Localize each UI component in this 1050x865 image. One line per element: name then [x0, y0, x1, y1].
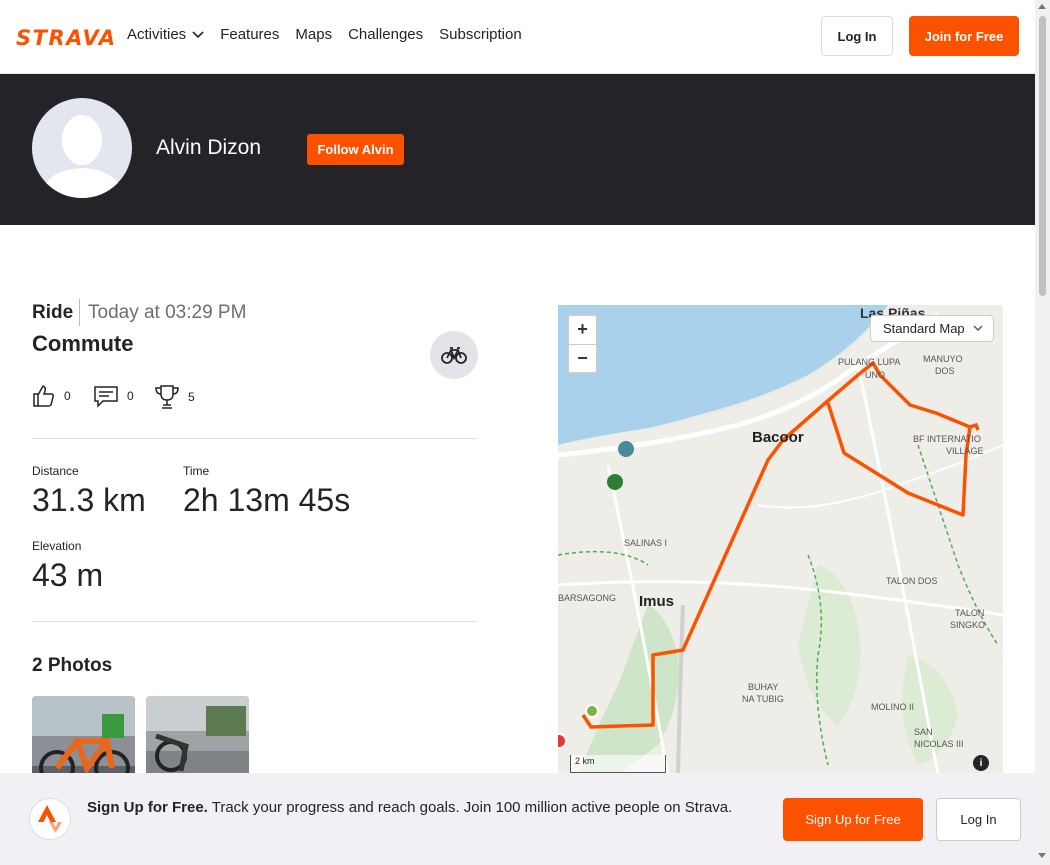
map-zoom-control: + − [567, 314, 598, 374]
activity-map[interactable]: Las Piñas PULANG LUPA UNO MANUYO DOS Bac… [558, 305, 1003, 775]
nav-item-challenges[interactable]: Challenges [348, 26, 423, 43]
nav-item-subscription[interactable]: Subscription [439, 26, 522, 43]
banner-text: Sign Up for Free. Track your progress an… [87, 797, 767, 819]
page-scrollbar[interactable] [1035, 0, 1050, 865]
svg-text:SAN: SAN [914, 727, 933, 737]
svg-text:VILLAGE: VILLAGE [946, 446, 984, 456]
svg-text:BARSAGONG: BARSAGONG [558, 593, 616, 603]
zoom-in-button[interactable]: + [569, 316, 596, 345]
time-label: Time [183, 464, 210, 478]
svg-text:BF INTERNATIO: BF INTERNATIO [913, 434, 981, 444]
chevron-down-icon [973, 325, 983, 331]
zoom-out-button[interactable]: − [569, 345, 596, 373]
map-scale: 2 km [570, 755, 666, 773]
activity-time: Today at 03:29 PM [88, 302, 247, 323]
stats-divider-top [32, 438, 478, 439]
activity-title: Commute [32, 331, 134, 356]
map-style-value: Standard Map [883, 321, 965, 336]
time-value: 2h 13m 45s [183, 482, 351, 518]
follow-button[interactable]: Follow Alvin [307, 134, 404, 165]
avatar[interactable] [32, 98, 132, 198]
strava-logo[interactable]: STRAVA [16, 26, 117, 50]
activity-separator [79, 299, 80, 326]
svg-text:DOS: DOS [935, 366, 955, 376]
athlete-header: Alvin Dizon Follow Alvin [0, 74, 1035, 225]
svg-text:NA TUBIG: NA TUBIG [742, 694, 784, 704]
top-nav: STRAVA Activities Features Maps Challeng… [0, 0, 1035, 74]
distance-label: Distance [32, 464, 79, 478]
route-map: Las Piñas PULANG LUPA UNO MANUYO DOS Bac… [558, 305, 1003, 775]
login-button[interactable]: Log In [821, 16, 893, 56]
scroll-thumb[interactable] [1039, 16, 1046, 296]
sport-badge [430, 331, 478, 379]
achievements-button[interactable]: 5 [154, 384, 195, 410]
svg-text:NICOLAS III: NICOLAS III [914, 739, 964, 749]
distance-value: 31.3 km [32, 482, 146, 518]
trophy-icon [155, 385, 179, 409]
kudos-button[interactable]: 0 [32, 384, 71, 408]
achievements-count: 5 [188, 390, 195, 404]
svg-text:MANUYO: MANUYO [923, 354, 963, 364]
svg-text:UNO: UNO [865, 370, 885, 380]
svg-text:Bacoor: Bacoor [752, 429, 804, 446]
nav-item-features[interactable]: Features [220, 26, 279, 43]
nav-item-maps[interactable]: Maps [295, 26, 332, 43]
nav-item-activities[interactable]: Activities [127, 26, 204, 43]
bike-icon [441, 347, 467, 364]
elevation-label: Elevation [32, 539, 82, 553]
map-style-select[interactable]: Standard Map [870, 315, 994, 342]
svg-text:TALON DOS: TALON DOS [886, 576, 937, 586]
strava-app-icon [29, 798, 71, 840]
svg-text:SINGKO: SINGKO [950, 620, 985, 630]
comment-icon [94, 386, 118, 408]
banner-headline: Sign Up for Free. [87, 799, 208, 816]
activity-type: Ride [32, 302, 74, 323]
banner-signup-button[interactable]: Sign Up for Free [783, 798, 923, 841]
stats-divider-bottom [32, 621, 478, 622]
elevation-value: 43 m [32, 557, 104, 593]
nav-links: Activities Features Maps Challenges Subs… [127, 26, 522, 43]
svg-text:PULANG LUPA: PULANG LUPA [838, 357, 900, 367]
photos-title: 2 Photos [32, 655, 113, 676]
scroll-up-arrow[interactable] [1038, 4, 1046, 9]
banner-login-button[interactable]: Log In [936, 798, 1021, 841]
svg-text:TALON: TALON [955, 608, 984, 618]
scroll-down-arrow[interactable] [1038, 853, 1046, 858]
join-button[interactable]: Join for Free [909, 16, 1019, 56]
svg-text:MOLINO II: MOLINO II [871, 702, 914, 712]
map-info-button[interactable]: i [973, 755, 989, 771]
comments-button[interactable]: 0 [93, 384, 134, 408]
thumbs-up-icon [33, 385, 55, 407]
svg-text:BUHAY: BUHAY [748, 682, 778, 692]
svg-text:Imus: Imus [639, 593, 674, 610]
svg-text:SALINAS I: SALINAS I [624, 538, 667, 548]
default-avatar-icon [40, 115, 124, 198]
kudos-count: 0 [64, 389, 71, 403]
banner-body: Track your progress and reach goals. Joi… [207, 799, 733, 816]
comments-count: 0 [127, 389, 134, 403]
athlete-name[interactable]: Alvin Dizon [156, 136, 261, 160]
chevron-down-icon [192, 30, 204, 38]
